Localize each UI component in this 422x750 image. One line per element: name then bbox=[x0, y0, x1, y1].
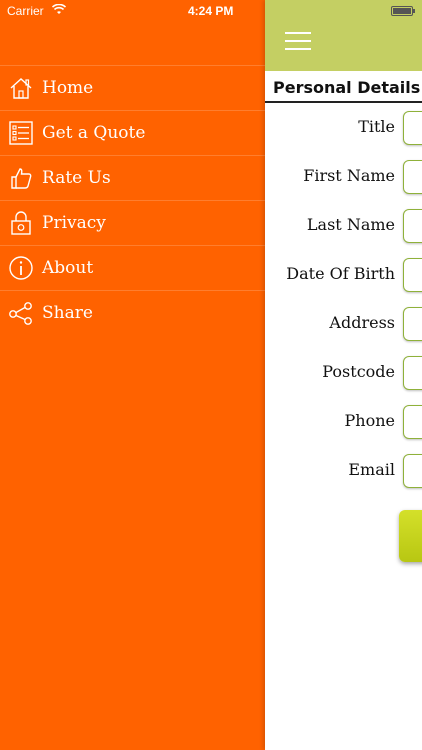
sidebar-item-get-a-quote[interactable]: Get a Quote bbox=[0, 110, 265, 155]
page-title: Personal Details bbox=[273, 78, 421, 97]
submit-button[interactable] bbox=[399, 510, 422, 562]
sidebar-item-about[interactable]: About bbox=[0, 245, 265, 290]
form-row-email: Email bbox=[265, 454, 422, 488]
field-label: Last Name bbox=[306, 215, 395, 234]
form-row-postcode: Postcode bbox=[265, 356, 422, 390]
email-field[interactable] bbox=[403, 454, 422, 488]
form-row-address: Address bbox=[265, 307, 422, 341]
form-row-last-name: Last Name bbox=[265, 209, 422, 243]
sidebar-item-label: Share bbox=[42, 303, 93, 323]
last-name-field[interactable] bbox=[403, 209, 422, 243]
first-name-field[interactable] bbox=[403, 160, 422, 194]
sidebar: Home Get a Quote Rate Us Privacy About S… bbox=[0, 0, 265, 750]
field-label: Date Of Birth bbox=[286, 264, 395, 283]
hamburger-menu-icon[interactable] bbox=[285, 32, 311, 50]
carrier-label: Carrier bbox=[7, 4, 44, 18]
lock-icon bbox=[8, 210, 34, 236]
status-bar: Carrier 4:24 PM bbox=[0, 0, 422, 22]
home-icon bbox=[8, 75, 34, 101]
title-divider bbox=[265, 101, 422, 103]
address-field[interactable] bbox=[403, 307, 422, 341]
sidebar-item-share[interactable]: Share bbox=[0, 290, 265, 335]
form-row-first-name: First Name bbox=[265, 160, 422, 194]
field-label: Postcode bbox=[322, 362, 395, 381]
sidebar-item-privacy[interactable]: Privacy bbox=[0, 200, 265, 245]
sidebar-item-label: Rate Us bbox=[42, 168, 111, 188]
field-label: Phone bbox=[344, 411, 395, 430]
sidebar-item-label: Get a Quote bbox=[42, 123, 146, 143]
form-row-title: Title bbox=[265, 111, 422, 145]
sidebar-item-rate-us[interactable]: Rate Us bbox=[0, 155, 265, 200]
sidebar-item-label: Privacy bbox=[42, 213, 106, 233]
sidebar-item-label: Home bbox=[42, 78, 94, 98]
field-label: Address bbox=[329, 313, 395, 332]
thumbs-up-icon bbox=[8, 165, 34, 191]
postcode-field[interactable] bbox=[403, 356, 422, 390]
info-icon bbox=[8, 255, 34, 281]
form-row-phone: Phone bbox=[265, 405, 422, 439]
title-field[interactable] bbox=[403, 111, 422, 145]
battery-icon bbox=[391, 6, 415, 16]
field-label: First Name bbox=[303, 166, 395, 185]
field-label: Email bbox=[348, 460, 395, 479]
sidebar-item-home[interactable]: Home bbox=[0, 65, 265, 110]
clock: 4:24 PM bbox=[188, 4, 234, 18]
field-label: Title bbox=[358, 117, 395, 136]
sidebar-item-label: About bbox=[42, 258, 94, 278]
form-row-date-of-birth: Date Of Birth bbox=[265, 258, 422, 292]
main-panel: Personal Details Title First Name Last N… bbox=[265, 0, 422, 750]
share-icon bbox=[8, 300, 34, 326]
sidebar-menu: Home Get a Quote Rate Us Privacy About S… bbox=[0, 65, 265, 335]
quote-list-icon bbox=[8, 120, 34, 146]
wifi-icon bbox=[51, 3, 67, 18]
phone-field[interactable] bbox=[403, 405, 422, 439]
date-of-birth-field[interactable] bbox=[403, 258, 422, 292]
